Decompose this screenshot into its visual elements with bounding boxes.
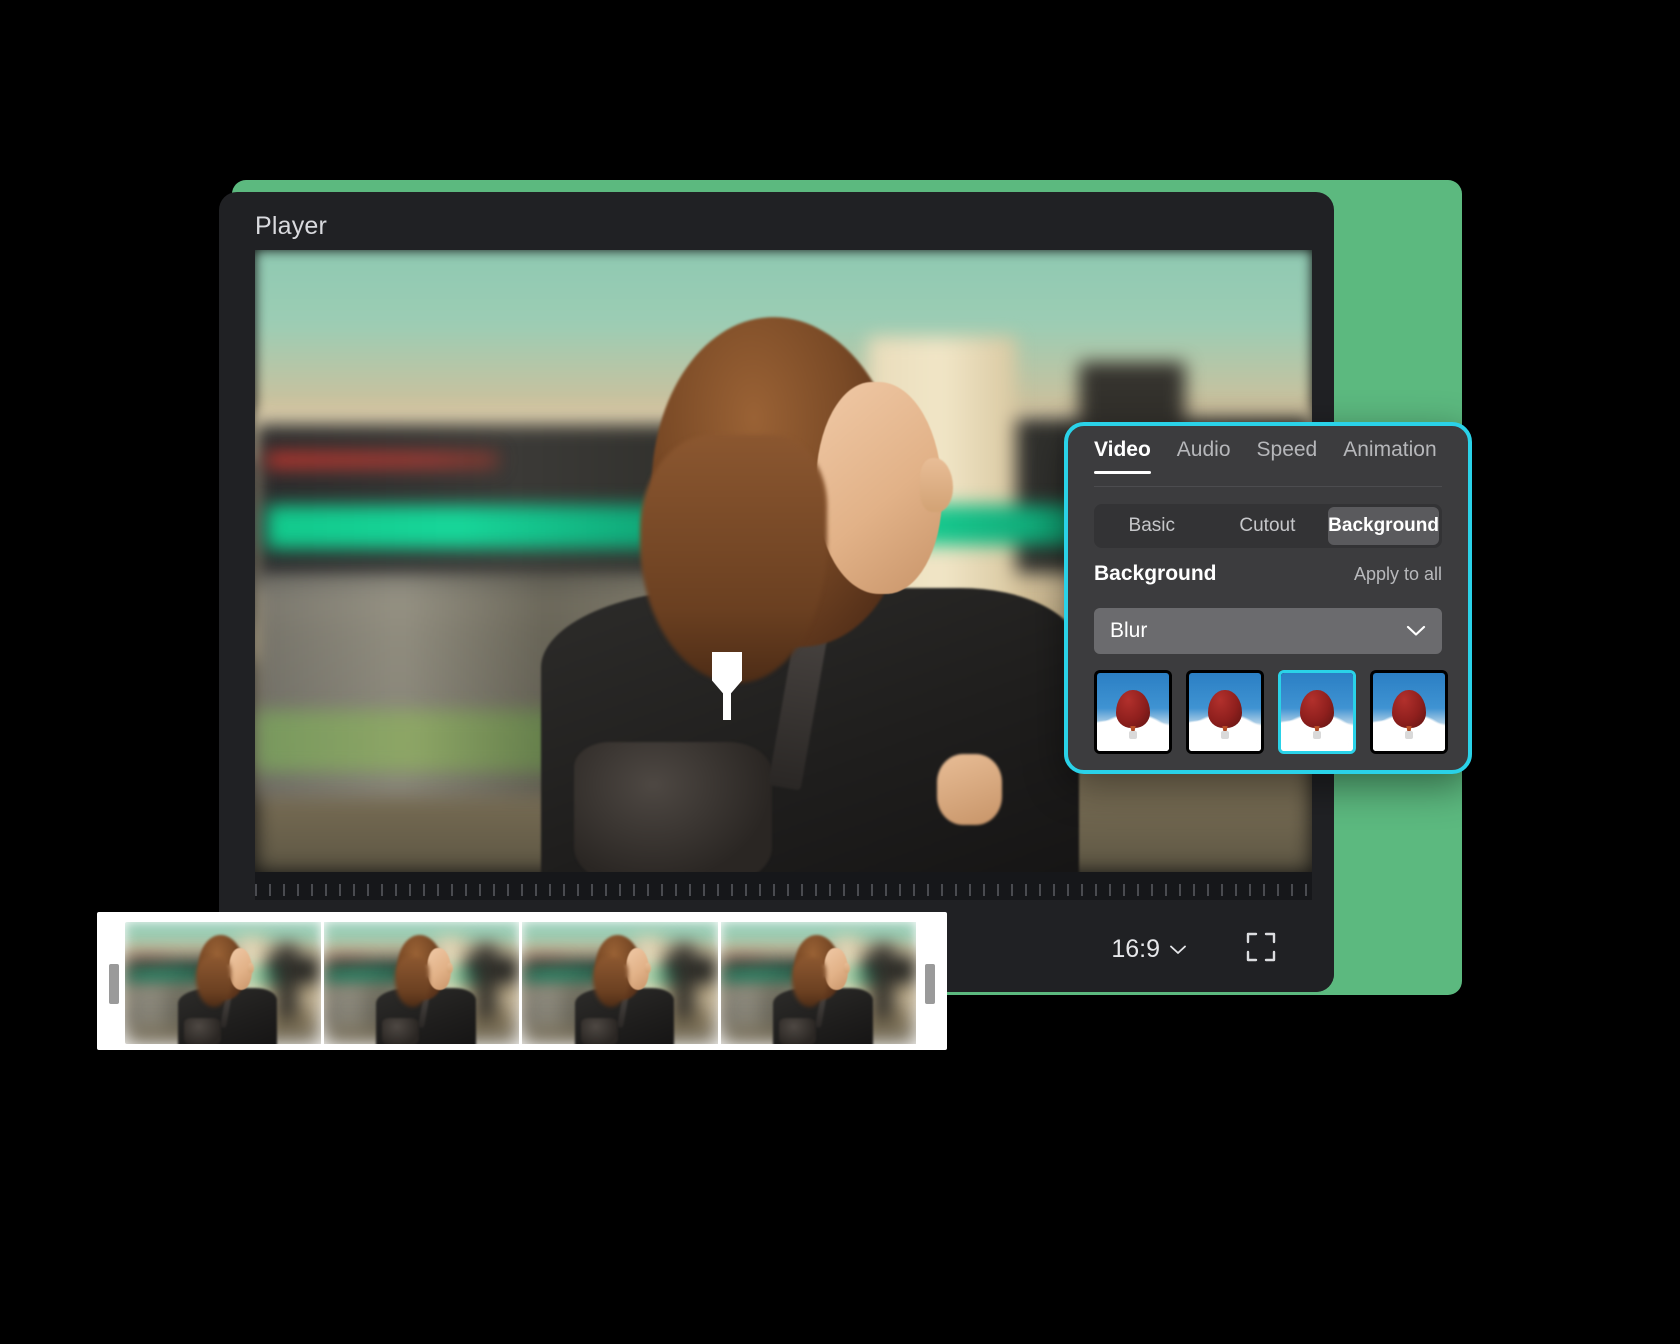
preset-thumbnail-2[interactable] (1186, 670, 1264, 754)
preset-thumbnail-3[interactable] (1278, 670, 1356, 754)
aspect-ratio-control[interactable]: 16:9 (1111, 935, 1186, 964)
aspect-ratio-value: 16:9 (1111, 935, 1160, 963)
preset-thumbnail-1[interactable] (1094, 670, 1172, 754)
tab-animation[interactable]: Animation (1343, 438, 1436, 474)
scene-low-green-streak (255, 710, 573, 773)
trim-handle-left[interactable] (109, 964, 119, 1004)
scrubber-ticks (255, 884, 1312, 896)
balloon-basket (1220, 730, 1230, 739)
scene-red-streak (265, 452, 499, 469)
segment-basic[interactable]: Basic (1097, 507, 1207, 545)
background-preset-list (1094, 670, 1448, 754)
clip-frame-image (125, 922, 321, 1044)
section-title: Background (1094, 562, 1217, 585)
panel-segmented-control: Basic Cutout Background (1094, 504, 1442, 548)
balloon-basket (1404, 730, 1414, 739)
dropdown-selected-value: Blur (1110, 619, 1148, 642)
balloon-icon (1208, 690, 1242, 728)
playhead-line (723, 690, 731, 720)
background-black-panel (1478, 432, 1678, 768)
preset-image (1189, 673, 1261, 751)
tab-audio[interactable]: Audio (1177, 438, 1231, 474)
clip-frame-image (323, 922, 519, 1044)
segment-cutout[interactable]: Cutout (1213, 507, 1323, 545)
clip-thumbnail-row (125, 922, 919, 1044)
player-scrubber[interactable] (255, 872, 1312, 900)
clip-frame-image (720, 922, 916, 1044)
subject-bag (573, 741, 772, 872)
balloon-icon (1392, 690, 1426, 728)
page-title: Player (255, 212, 328, 240)
tab-divider (1094, 486, 1442, 487)
chevron-down-icon (1406, 625, 1426, 636)
panel-tab-bar: Video Audio Speed Animation (1068, 438, 1468, 474)
trim-handle-right[interactable] (925, 964, 935, 1004)
chevron-down-icon (1170, 945, 1186, 954)
segment-background[interactable]: Background (1328, 507, 1440, 545)
clip-frame-image (522, 922, 718, 1044)
background-section-header: Background Apply to all (1094, 562, 1442, 586)
scene-subject-woman (530, 281, 1080, 872)
clip-frame (323, 922, 522, 1044)
subject-nose (920, 458, 953, 512)
balloon-icon (1300, 690, 1334, 728)
fullscreen-icon[interactable] (1246, 932, 1276, 962)
tab-video[interactable]: Video (1094, 438, 1151, 474)
preset-thumbnail-4[interactable] (1370, 670, 1448, 754)
properties-panel: Video Audio Speed Animation Basic Cutout… (1064, 422, 1472, 774)
preset-image (1373, 673, 1445, 751)
clip-frame (522, 922, 721, 1044)
balloon-basket (1128, 730, 1138, 739)
tab-speed[interactable]: Speed (1257, 438, 1318, 474)
preset-image (1097, 673, 1169, 751)
background-type-dropdown[interactable]: Blur (1094, 608, 1442, 654)
subject-hand (936, 753, 1003, 825)
balloon-icon (1116, 690, 1150, 728)
screenshot-stage: Player 16:9 Video Audio Speed Animation … (0, 0, 1680, 1344)
apply-to-all-button[interactable]: Apply to all (1354, 564, 1442, 585)
balloon-basket (1312, 730, 1322, 739)
preset-image (1281, 673, 1353, 751)
clip-frame (720, 922, 919, 1044)
timeline-clip[interactable] (97, 912, 947, 1050)
clip-frame (125, 922, 324, 1044)
